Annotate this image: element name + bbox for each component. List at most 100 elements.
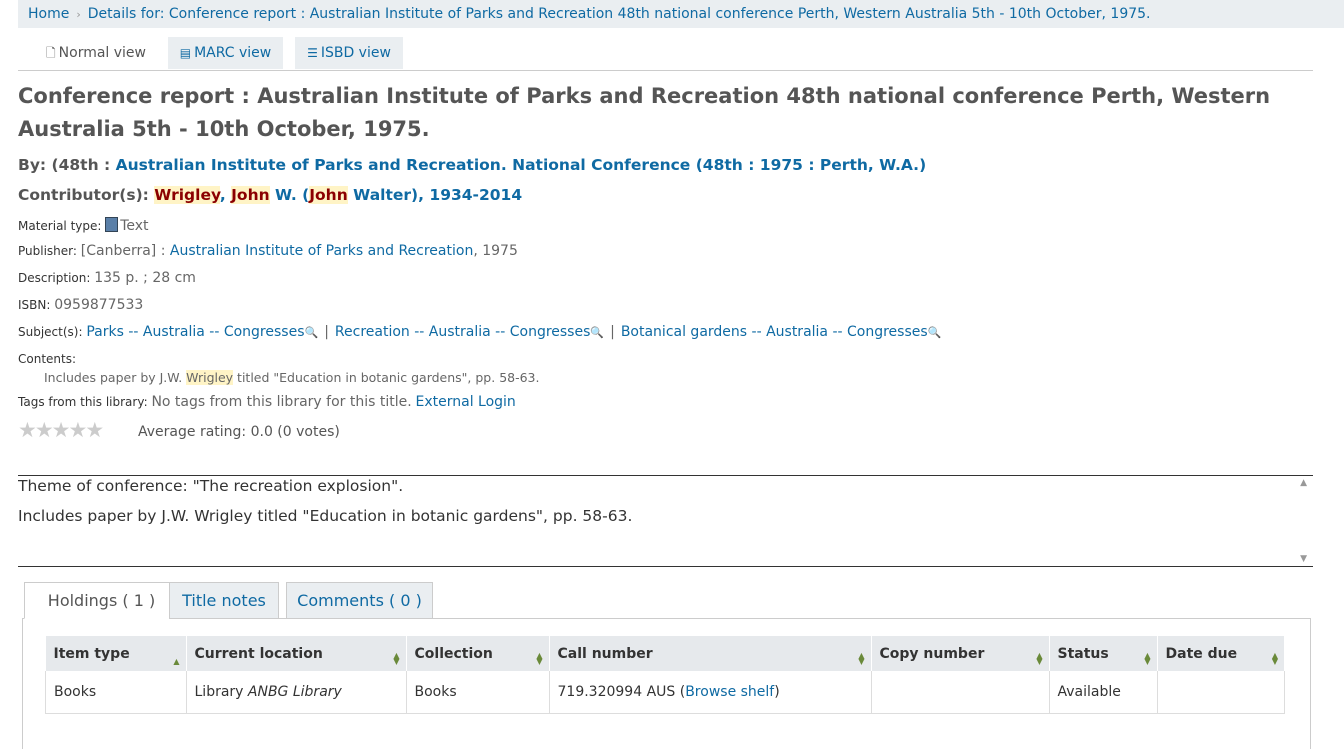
- column-header-collection[interactable]: Collection ▲ ▼: [406, 636, 550, 671]
- tab-comments[interactable]: Comments ( 0 ): [286, 582, 433, 619]
- contributor-sep: ,: [219, 186, 232, 204]
- notes-scroll-box[interactable]: Theme of conference: "The recreation exp…: [18, 475, 1313, 567]
- sort-asc-icon: ▲: [173, 657, 180, 666]
- tags-value: No tags from this library for this title…: [151, 394, 412, 410]
- tab-marc-view[interactable]: ▤ MARC view: [168, 37, 283, 69]
- column-header-date-due[interactable]: Date due ▲ ▼: [1157, 636, 1285, 671]
- magnifier-icon[interactable]: 🔍: [590, 326, 604, 339]
- tab-isbd-view[interactable]: ☰ ISBD view: [295, 37, 403, 69]
- browse-shelf-link[interactable]: Browse shelf: [685, 684, 774, 700]
- location-prefix: Library: [194, 684, 248, 700]
- contents-pre: Includes paper by J.W.: [44, 370, 187, 385]
- column-header-copy-number[interactable]: Copy number ▲ ▼: [871, 636, 1050, 671]
- highlight-term: John: [309, 186, 348, 204]
- contents-note: Includes paper by J.W. Wrigley titled "E…: [44, 370, 540, 385]
- tags-label: Tags from this library:: [18, 395, 152, 409]
- column-header-label: Item type: [53, 645, 130, 662]
- column-header-call-number[interactable]: Call number ▲ ▼: [549, 636, 872, 671]
- column-header-label: Call number: [557, 645, 653, 662]
- external-login-link[interactable]: External Login: [416, 394, 516, 410]
- star-icon[interactable]: ★: [85, 420, 104, 441]
- tags-row: Tags from this library: No tags from thi…: [18, 394, 516, 410]
- subject-link[interactable]: Botanical gardens -- Australia -- Congre…: [621, 324, 928, 340]
- sort-icon: ▲ ▼: [1036, 651, 1043, 666]
- tab-isbd-view-label: ISBD view: [320, 45, 391, 61]
- author-link[interactable]: Australian Institute of Parks and Recrea…: [116, 156, 927, 174]
- separator: |: [324, 324, 329, 340]
- contents-post: titled "Education in botanic gardens", p…: [233, 370, 540, 385]
- column-header-label: Date due: [1165, 645, 1238, 662]
- record-title: Conference report : Australian Institute…: [18, 84, 1271, 141]
- breadcrumb-current-link[interactable]: Details for: Conference report : Austral…: [88, 6, 1151, 22]
- list-alt-icon: ▤: [179, 46, 192, 60]
- contributors-label: Contributor(s):: [18, 186, 155, 204]
- author-label: By: (48th :: [18, 156, 116, 174]
- view-tabs: 🗋 Normal view ▤ MARC view ☰ ISBD view: [18, 37, 1313, 71]
- cell-status: Available: [1048, 671, 1158, 714]
- publisher-year: , 1975: [473, 243, 518, 259]
- description-value: 135 p. ; 28 cm: [94, 270, 196, 286]
- contributor-mid: W. (: [269, 186, 310, 204]
- tab-marc-view-label: MARC view: [194, 45, 272, 61]
- note-line: Theme of conference: "The recreation exp…: [18, 477, 404, 495]
- cell-copy-number: [870, 671, 1050, 714]
- call-number-close: ): [774, 684, 780, 700]
- tab-title-notes[interactable]: Title notes: [169, 582, 279, 619]
- author-line: By: (48th : Australian Institute of Park…: [18, 155, 926, 175]
- column-header-label: Status: [1057, 645, 1109, 662]
- column-header-item-type[interactable]: Item type ▲: [45, 636, 187, 671]
- subject-link[interactable]: Parks -- Australia -- Congresses: [86, 324, 304, 340]
- contents-label: Contents:: [18, 352, 77, 366]
- material-type-value: Text: [120, 218, 149, 234]
- note-line: Includes paper by J.W. Wrigley titled "E…: [18, 507, 633, 525]
- breadcrumb-home-link[interactable]: Home: [28, 6, 69, 22]
- holdings-table: Item type ▲ Current location ▲ ▼ Collection…: [45, 636, 1285, 714]
- separator: |: [610, 324, 615, 340]
- material-type-row: Material type: Text: [18, 217, 149, 234]
- cell-collection: Books: [405, 671, 550, 714]
- isbn-value: 0959877533: [54, 297, 144, 313]
- sort-icon: ▲ ▼: [858, 651, 865, 666]
- breadcrumb: Home › Details for: Conference report : Au…: [18, 0, 1344, 28]
- highlight-term: John: [231, 186, 270, 204]
- cell-current-location: Library ANBG Library: [185, 671, 407, 714]
- star-rating[interactable]: ★★★★★: [18, 420, 104, 441]
- holdings-tabs: Holdings ( 1 ) Title notes Comments ( 0 …: [18, 582, 1309, 619]
- magnifier-icon[interactable]: 🔍: [305, 326, 319, 339]
- sort-icon: ▲ ▼: [536, 651, 543, 666]
- cell-date-due: [1156, 671, 1285, 714]
- table-header-row: Item type ▲ Current location ▲ ▼ Collection…: [45, 636, 1285, 671]
- publisher-label: Publisher:: [18, 244, 81, 258]
- publisher-place: [Canberra] :: [80, 243, 170, 259]
- isbn-label: ISBN:: [18, 298, 55, 312]
- column-header-current-location[interactable]: Current location ▲ ▼: [186, 636, 407, 671]
- contributor-tail: Walter), 1934-2014: [347, 186, 523, 204]
- subjects-label: Subject(s):: [18, 325, 87, 339]
- book-icon: [105, 217, 119, 232]
- column-header-label: Copy number: [879, 645, 985, 662]
- scroll-down-arrow-icon[interactable]: ▼: [1300, 554, 1307, 564]
- tab-normal-view[interactable]: 🗋 Normal view: [30, 37, 162, 69]
- magnifier-icon[interactable]: 🔍: [928, 326, 942, 339]
- material-type-label: Material type:: [18, 219, 106, 233]
- table-row: Books Library ANBG Library Books 719.320…: [45, 671, 1285, 714]
- call-number-value: 719.320994 AUS (: [557, 684, 686, 700]
- scroll-up-arrow-icon[interactable]: ▲: [1300, 478, 1307, 488]
- publisher-row: Publisher: [Canberra] : Australian Insti…: [18, 243, 518, 259]
- highlight-term: Wrigley: [186, 370, 234, 385]
- tab-normal-view-label: Normal view: [58, 45, 146, 61]
- column-header-label: Collection: [414, 645, 493, 662]
- contributor-link[interactable]: Wrigley, John W. (John Walter), 1934-201…: [154, 186, 522, 204]
- sort-icon: ▲ ▼: [1144, 651, 1151, 666]
- publisher-link[interactable]: Australian Institute of Parks and Recrea…: [170, 243, 473, 259]
- column-header-status[interactable]: Status ▲ ▼: [1049, 636, 1158, 671]
- sort-icon: ▲ ▼: [393, 651, 400, 666]
- subject-link[interactable]: Recreation -- Australia -- Congresses: [335, 324, 590, 340]
- highlight-term: Wrigley: [154, 186, 220, 204]
- description-label: Description:: [18, 271, 95, 285]
- cell-call-number: 719.320994 AUS (Browse shelf): [548, 671, 872, 714]
- subjects-row: Subject(s): Parks -- Australia -- Congre…: [18, 324, 941, 341]
- tab-holdings[interactable]: Holdings ( 1 ): [24, 582, 179, 619]
- isbn-row: ISBN: 0959877533: [18, 297, 143, 313]
- sort-icon: ▲ ▼: [1271, 651, 1278, 666]
